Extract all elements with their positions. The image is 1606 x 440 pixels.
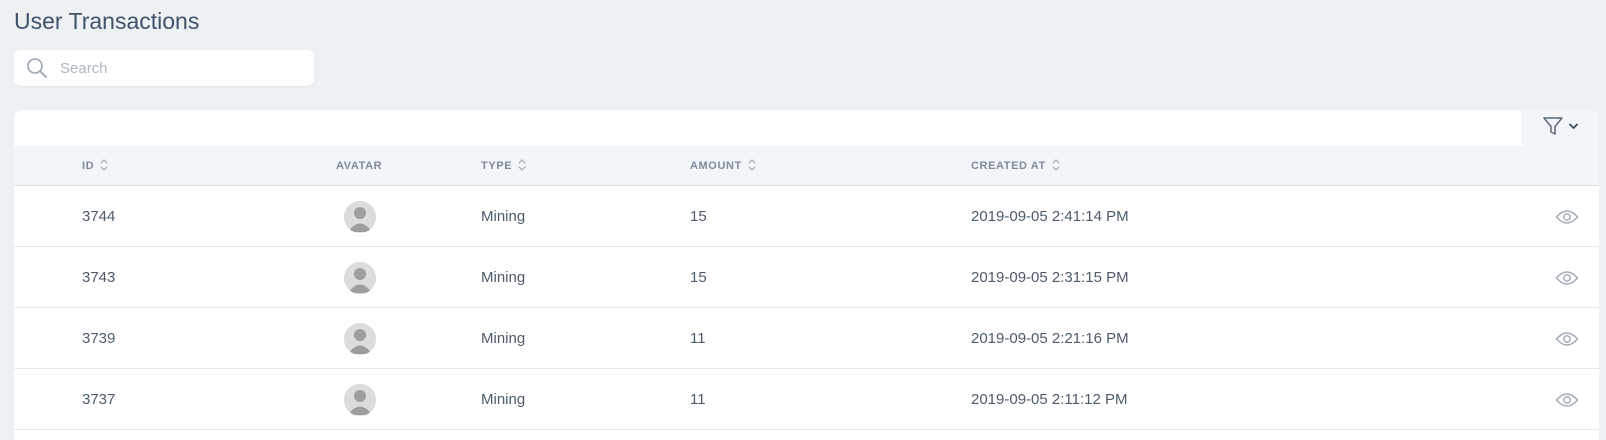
cell-created-at: 2019-09-05 2:31:15 PM [971,269,1129,286]
cell-type: Mining [481,391,526,408]
cell-amount: 11 [690,330,706,347]
avatar-cell [344,247,376,308]
cell-created-at: 2019-09-05 2:21:16 PM [971,330,1129,347]
search-input[interactable] [60,59,300,77]
avatar [344,383,376,416]
table-row[interactable]: 3739 Mining 11 2019-09-05 2:21:16 PM [14,308,1599,369]
search-icon [14,50,60,86]
cell-created-at: 2019-09-05 2:11:12 PM [971,391,1128,408]
chevron-down-icon [1568,119,1579,137]
cell-amount: 15 [690,269,707,286]
page-title: User Transactions [14,8,200,34]
cell-id: 3743 [82,269,116,286]
sort-icon [1052,158,1060,175]
sort-icon [748,158,756,175]
eye-icon[interactable] [1555,308,1579,369]
column-header-label: AVATAR [336,160,383,172]
avatar-cell [344,369,376,430]
table-toolbar [14,110,1599,146]
filter-button[interactable] [1521,110,1599,146]
column-header-label: ID [82,160,95,172]
eye-icon[interactable] [1555,369,1579,430]
avatar-cell [344,308,376,369]
cell-type: Mining [481,330,526,347]
cell-type: Mining [481,269,526,286]
column-header-label: AMOUNT [690,160,742,172]
avatar [344,261,376,294]
sort-icon [518,158,526,175]
column-header-created-at[interactable]: CREATED AT [971,146,1060,186]
column-header-id[interactable]: ID [82,146,108,186]
table-header: ID AVATAR TYPE AMOUNT CREATED AT [14,146,1599,186]
column-header-amount[interactable]: AMOUNT [690,146,756,186]
sort-icon [100,158,108,175]
avatar [344,322,376,355]
column-header-label: CREATED AT [971,160,1046,172]
cell-amount: 15 [690,208,707,225]
avatar-cell [344,186,376,247]
filter-icon [1542,115,1564,142]
cell-id: 3737 [82,391,116,408]
transactions-table: ID AVATAR TYPE AMOUNT CREATED AT 3744 Mi… [14,110,1599,440]
column-header-avatar: AVATAR [336,146,382,186]
column-header-type[interactable]: TYPE [481,146,526,186]
cell-type: Mining [481,208,526,225]
table-row[interactable]: 3744 Mining 15 2019-09-05 2:41:14 PM [14,186,1599,247]
eye-icon[interactable] [1555,186,1579,247]
cell-amount: 11 [690,391,706,408]
eye-icon[interactable] [1555,247,1579,308]
cell-created-at: 2019-09-05 2:41:14 PM [971,208,1129,225]
avatar [344,200,376,233]
cell-id: 3744 [82,208,116,225]
search-box[interactable] [14,50,314,86]
table-row[interactable]: 3743 Mining 15 2019-09-05 2:31:15 PM [14,247,1599,308]
table-row[interactable]: 3737 Mining 11 2019-09-05 2:11:12 PM [14,369,1599,430]
cell-id: 3739 [82,330,116,347]
column-header-label: TYPE [481,160,513,172]
